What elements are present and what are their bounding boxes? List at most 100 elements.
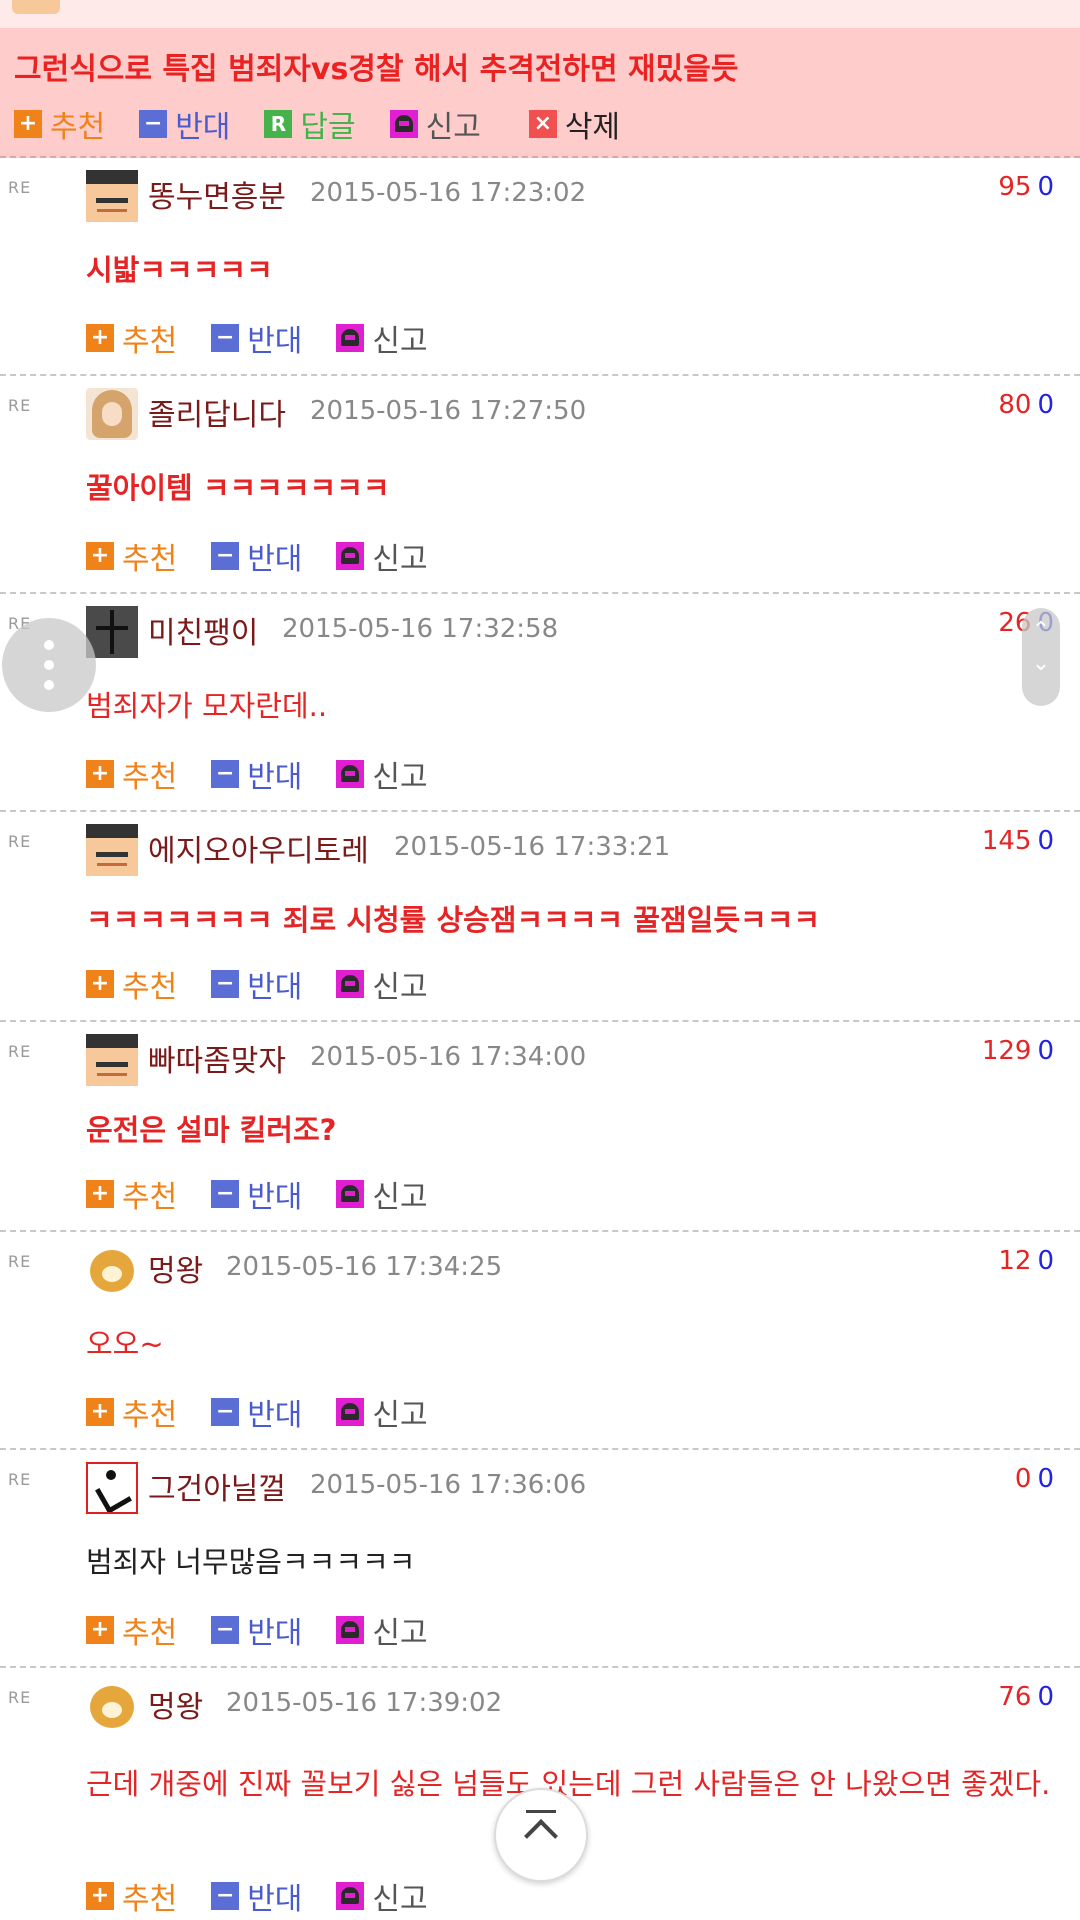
oppose-label: 반대 — [247, 1616, 303, 1651]
reply-arrow-icon: RE — [8, 1470, 32, 1489]
recommend-button[interactable]: + 추천 — [86, 1172, 177, 1216]
recommend-label: 추천 — [122, 1616, 178, 1651]
comment-author[interactable]: 멍왕 — [148, 1246, 203, 1290]
reply-arrow-icon: RE — [8, 178, 32, 197]
comment-author[interactable]: 멍왕 — [148, 1682, 203, 1726]
report-label: 신고 — [372, 324, 428, 359]
comment-text: 그런식으로 특집 범죄자vs경찰 해서 추격전하면 재밌을듯 — [14, 52, 739, 87]
minus-icon: − — [211, 1882, 240, 1910]
oppose-button[interactable]: − 반대 — [139, 102, 230, 146]
recommend-button[interactable]: + 추천 — [86, 316, 177, 360]
recommend-count: 12 — [998, 1246, 1032, 1276]
recommend-label: 추천 — [122, 542, 178, 577]
oppose-button[interactable]: − 반대 — [211, 1608, 302, 1652]
report-button[interactable]: 신고 — [336, 1874, 428, 1918]
highlighted-comment: 그런식으로 특집 범죄자vs경찰 해서 추격전하면 재밌을듯 + 추천 − 반대… — [0, 28, 1080, 158]
siren-icon — [336, 970, 365, 998]
comment-date: 2015-05-16 17:33:21 — [394, 832, 671, 862]
comment-author[interactable]: 미친팽이 — [148, 608, 258, 652]
delete-button[interactable]: × 삭제 — [528, 102, 620, 146]
oppose-button[interactable]: − 반대 — [211, 1390, 302, 1434]
comment-date: 2015-05-16 17:23:02 — [310, 178, 587, 208]
comment-date: 2015-05-16 17:34:00 — [310, 1042, 587, 1072]
oppose-button[interactable]: − 반대 — [211, 534, 302, 578]
more-menu-button[interactable] — [2, 618, 96, 712]
oppose-count: 0 — [1037, 1036, 1054, 1066]
student-icon — [86, 1034, 138, 1086]
reply-arrow-icon: RE — [8, 832, 32, 851]
recommend-button[interactable]: + 추천 — [14, 102, 105, 146]
recommend-button[interactable]: + 추천 — [86, 962, 177, 1006]
siren-icon — [336, 324, 365, 352]
recommend-count: 80 — [998, 390, 1032, 420]
oppose-button[interactable]: − 반대 — [211, 962, 302, 1006]
comment-text: 꿀아이템 ㅋㅋㅋㅋㅋㅋㅋ — [86, 471, 390, 505]
report-label: 신고 — [372, 542, 428, 577]
oppose-count: 0 — [1037, 1246, 1054, 1276]
report-label: 신고 — [372, 1616, 428, 1651]
scroll-up-down-button[interactable]: ⌃ ⌄ — [1022, 608, 1060, 706]
comment-author[interactable]: 그건아닐껄 — [148, 1464, 286, 1508]
comment-item: RE 에지오아우디토레 2015-05-16 17:33:21 145 0 ㅋㅋㅋ… — [0, 812, 1080, 1022]
comment-author[interactable]: 에지오아우디토레 — [148, 826, 369, 870]
siren-icon — [336, 1882, 365, 1910]
recommend-count: 76 — [998, 1682, 1032, 1712]
comment-item: RE 그건아닐껄 2015-05-16 17:36:06 00 범죄자 너무많음… — [0, 1450, 1080, 1668]
report-button[interactable]: 신고 — [336, 1608, 428, 1652]
oppose-button[interactable]: − 반대 — [211, 1172, 302, 1216]
comment-actions: + 추천 − 반대 신고 — [86, 962, 462, 1006]
report-button[interactable]: 신고 — [336, 752, 428, 796]
comment-author[interactable]: 빠따좀맞자 — [148, 1036, 286, 1080]
oppose-count: 0 — [1037, 1464, 1054, 1494]
recommend-count: 129 — [981, 1036, 1032, 1066]
comment-text: ㅋㅋㅋㅋㅋㅋㅋ 죄로 시청률 상승잼ㅋㅋㅋㅋ 꿀잼일듯ㅋㅋㅋ — [86, 903, 821, 937]
recommend-button[interactable]: + 추천 — [86, 1874, 177, 1918]
reply-arrow-icon: RE — [8, 1042, 32, 1061]
recommend-button[interactable]: + 추천 — [86, 752, 177, 796]
comment-author[interactable]: 똥누면흥분 — [148, 172, 286, 216]
oppose-button[interactable]: − 반대 — [211, 316, 302, 360]
oppose-count: 0 — [1037, 172, 1054, 202]
comment-author[interactable]: 졸리답니다 — [148, 390, 286, 434]
comment-actions: + 추천 − 반대 신고 — [86, 316, 462, 360]
report-button[interactable]: 신고 — [389, 102, 481, 146]
report-label: 신고 — [372, 760, 428, 795]
vote-counts: 76 0 — [998, 1682, 1054, 1712]
comment-text: 오오~ — [86, 1327, 164, 1361]
oppose-button[interactable]: − 반대 — [211, 752, 302, 796]
comment-actions: + 추천 − 반대 신고 — [86, 752, 462, 796]
vote-counts: 95 0 — [998, 172, 1054, 202]
recommend-button[interactable]: + 추천 — [86, 1390, 177, 1434]
vote-counts: 00 — [1015, 1464, 1054, 1494]
comment-date: 2015-05-16 17:27:50 — [310, 396, 587, 426]
comment-date: 2015-05-16 17:39:02 — [226, 1688, 503, 1718]
comment-actions: + 추천 − 반대 신고 — [86, 534, 462, 578]
vote-counts: 145 0 — [982, 826, 1054, 856]
comment-item: RE 빠따좀맞자 2015-05-16 17:34:00 129 0 운전은 설마… — [0, 1022, 1080, 1232]
report-label: 신고 — [372, 1882, 428, 1917]
minus-icon: − — [211, 542, 240, 570]
dot-icon — [44, 640, 54, 650]
report-button[interactable]: 신고 — [336, 1172, 428, 1216]
comment-date: 2015-05-16 17:32:58 — [282, 614, 559, 644]
plus-icon: + — [86, 970, 114, 998]
report-button[interactable]: 신고 — [336, 1390, 428, 1434]
siren-icon — [336, 1398, 365, 1426]
oppose-count: 0 — [1037, 390, 1054, 420]
recommend-button[interactable]: + 추천 — [86, 1608, 177, 1652]
recommend-count: 145 — [981, 826, 1032, 856]
report-button[interactable]: 신고 — [336, 316, 428, 360]
recommend-label: 추천 — [122, 760, 178, 795]
oppose-count: 0 — [1037, 1682, 1054, 1712]
reply-button[interactable]: R 답글 — [264, 102, 356, 146]
report-button[interactable]: 신고 — [336, 962, 428, 1006]
report-label: 신고 — [372, 1180, 428, 1215]
oppose-button[interactable]: − 반대 — [211, 1874, 302, 1918]
comment-actions: + 추천 − 반대 신고 — [86, 1608, 462, 1652]
chevron-down-icon: ⌄ — [1031, 651, 1051, 676]
student-icon — [86, 170, 138, 222]
scroll-to-top-button[interactable] — [494, 1788, 588, 1882]
report-button[interactable]: 신고 — [336, 534, 428, 578]
recommend-button[interactable]: + 추천 — [86, 534, 177, 578]
dot-icon — [44, 660, 54, 670]
